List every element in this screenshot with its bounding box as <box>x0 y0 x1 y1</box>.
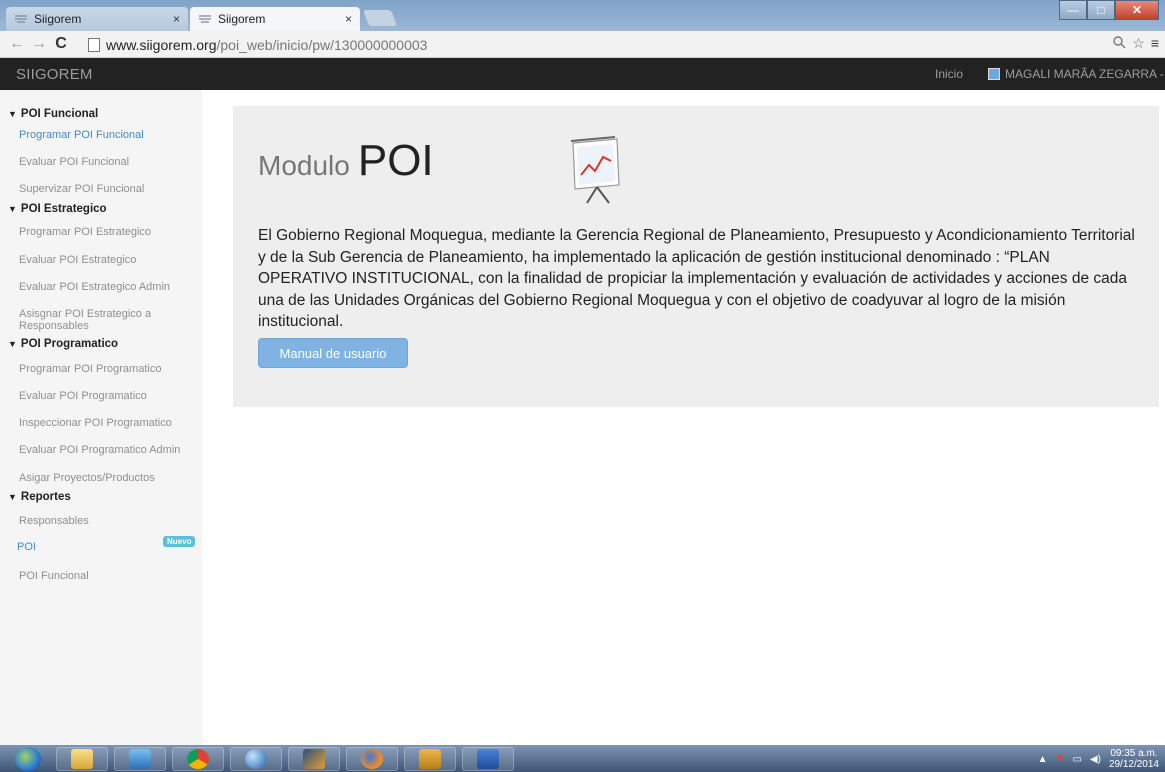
address-bar[interactable]: www.siigorem.org/poi_web/inicio/pw/13000… <box>88 34 1138 55</box>
word-icon[interactable] <box>462 747 514 771</box>
windows-taskbar: ▲ ⚑ ▭ ◀) 09:35 a.m. 29/12/2014 <box>0 745 1165 772</box>
tab-favicon-icon <box>14 13 28 25</box>
app-icon[interactable] <box>288 747 340 771</box>
sidebar-item-evaluar-poi-funcional[interactable]: Evaluar POI Funcional <box>19 156 194 168</box>
tab-title: Siigorem <box>218 12 266 26</box>
system-tray: ▲ ⚑ ▭ ◀) 09:35 a.m. 29/12/2014 <box>1038 748 1159 770</box>
url-path: /poi_web/inicio/pw/130000000003 <box>216 36 428 53</box>
user-name: MAGALI MARÃA ZEGARRA - <box>1005 67 1164 81</box>
bookmark-star-icon[interactable]: ☆ <box>1132 35 1145 52</box>
chevron-down-icon: ▼ <box>8 339 17 349</box>
module-jumbotron: Modulo POI El Gobierno Regional Moquegua… <box>233 106 1159 407</box>
google-earth-icon[interactable] <box>230 747 282 771</box>
sidebar-section-poi-programatico[interactable]: ▼ POI Programatico <box>8 338 118 350</box>
minimize-icon[interactable]: — <box>1059 0 1087 20</box>
media-player-icon[interactable] <box>114 747 166 771</box>
system-clock[interactable]: 09:35 a.m. 29/12/2014 <box>1109 748 1159 770</box>
sidebar-item-asigar-proyectos[interactable]: Asigar Proyectos/Productos <box>19 472 194 484</box>
sidebar-item-poi-funcional-report[interactable]: POI Funcional <box>19 570 194 582</box>
tray-arrow-icon[interactable]: ▲ <box>1038 754 1048 765</box>
sidebar-item-programar-poi-estrategico[interactable]: Programar POI Estrategico <box>19 226 194 238</box>
sidebar-section-poi-estrategico[interactable]: ▼ POI Estrategico <box>8 203 107 215</box>
magnifier-icon[interactable] <box>1112 35 1126 52</box>
user-icon <box>988 68 1000 80</box>
back-icon[interactable]: ← <box>6 35 28 53</box>
sidebar-item-programar-poi-funcional[interactable]: Programar POI Funcional <box>19 129 194 141</box>
browser-tab-1[interactable]: Siigorem × <box>6 7 188 31</box>
manual-usuario-button[interactable]: Manual de usuario <box>258 338 408 368</box>
forward-icon[interactable]: → <box>28 35 50 53</box>
tab-close-icon[interactable]: × <box>345 12 352 26</box>
volume-icon[interactable]: ◀) <box>1090 754 1101 765</box>
start-orb-icon[interactable] <box>8 747 48 771</box>
user-menu[interactable]: MAGALI MARÃA ZEGARRA - <box>988 67 1164 81</box>
new-badge: Nuevo <box>163 536 196 547</box>
url-domain: www.siigorem.org <box>106 36 217 53</box>
page-title: Modulo POI <box>258 136 434 185</box>
chevron-down-icon: ▼ <box>8 492 17 502</box>
screen-app-icon[interactable] <box>404 747 456 771</box>
close-window-icon[interactable]: ✕ <box>1115 0 1159 20</box>
maximize-icon[interactable]: □ <box>1087 0 1115 20</box>
nav-link-inicio[interactable]: Inicio <box>935 67 963 81</box>
sidebar-item-evaluar-poi-programatico-admin[interactable]: Evaluar POI Programatico Admin <box>19 444 194 456</box>
sidebar-section-reportes[interactable]: ▼ Reportes <box>8 491 71 503</box>
sidebar-item-evaluar-poi-estrategico-admin[interactable]: Evaluar POI Estrategico Admin <box>19 281 194 293</box>
tab-favicon-icon <box>198 13 212 25</box>
sidebar-item-responsables[interactable]: Responsables <box>19 515 194 527</box>
chevron-down-icon: ▼ <box>8 204 17 214</box>
firefox-icon[interactable] <box>346 747 398 771</box>
sidebar-item-evaluar-poi-estrategico[interactable]: Evaluar POI Estrategico <box>19 254 194 266</box>
browser-titlebar: Siigorem × Siigorem × — □ ✕ <box>0 0 1165 31</box>
sidebar-item-asignar-poi-estrategico[interactable]: Asisgnar POI Estrategico a Responsables <box>19 308 179 332</box>
file-explorer-icon[interactable] <box>56 747 108 771</box>
browser-toolbar: ← → C www.siigorem.org/poi_web/inicio/pw… <box>0 31 1165 58</box>
new-tab-button[interactable] <box>363 10 397 26</box>
tab-close-icon[interactable]: × <box>173 12 180 26</box>
page-icon <box>88 37 100 52</box>
menu-icon[interactable]: ≡ <box>1151 35 1159 52</box>
tab-title: Siigorem <box>34 12 82 26</box>
chevron-down-icon: ▼ <box>8 109 17 119</box>
app-navbar: SIIGOREM Inicio MAGALI MARÃA ZEGARRA - <box>0 58 1165 90</box>
presentation-chart-icon <box>551 135 631 205</box>
sidebar-item-supervizar-poi-funcional[interactable]: Supervizar POI Funcional <box>19 183 194 195</box>
sidebar-item-programar-poi-programatico[interactable]: Programar POI Programatico <box>19 363 194 375</box>
sidebar-item-inspeccionar-poi-programatico[interactable]: Inspeccionar POI Programatico <box>19 417 194 429</box>
browser-tab-2[interactable]: Siigorem × <box>190 7 360 31</box>
sidebar: ▼ POI Funcional Programar POI Funcional … <box>0 90 202 745</box>
reload-icon[interactable]: C <box>50 35 72 53</box>
chrome-icon[interactable] <box>172 747 224 771</box>
toolbar-right: ☆ ≡ <box>1112 35 1159 52</box>
sidebar-item-evaluar-poi-programatico[interactable]: Evaluar POI Programatico <box>19 390 194 402</box>
brand-logo-text[interactable]: SIIGOREM <box>16 66 93 83</box>
window-controls: — □ ✕ <box>1059 0 1159 20</box>
display-icon[interactable]: ▭ <box>1072 754 1081 765</box>
module-description: El Gobierno Regional Moquegua, mediante … <box>258 227 1135 330</box>
network-flag-icon[interactable]: ⚑ <box>1055 754 1064 765</box>
sidebar-section-poi-funcional[interactable]: ▼ POI Funcional <box>8 108 98 120</box>
